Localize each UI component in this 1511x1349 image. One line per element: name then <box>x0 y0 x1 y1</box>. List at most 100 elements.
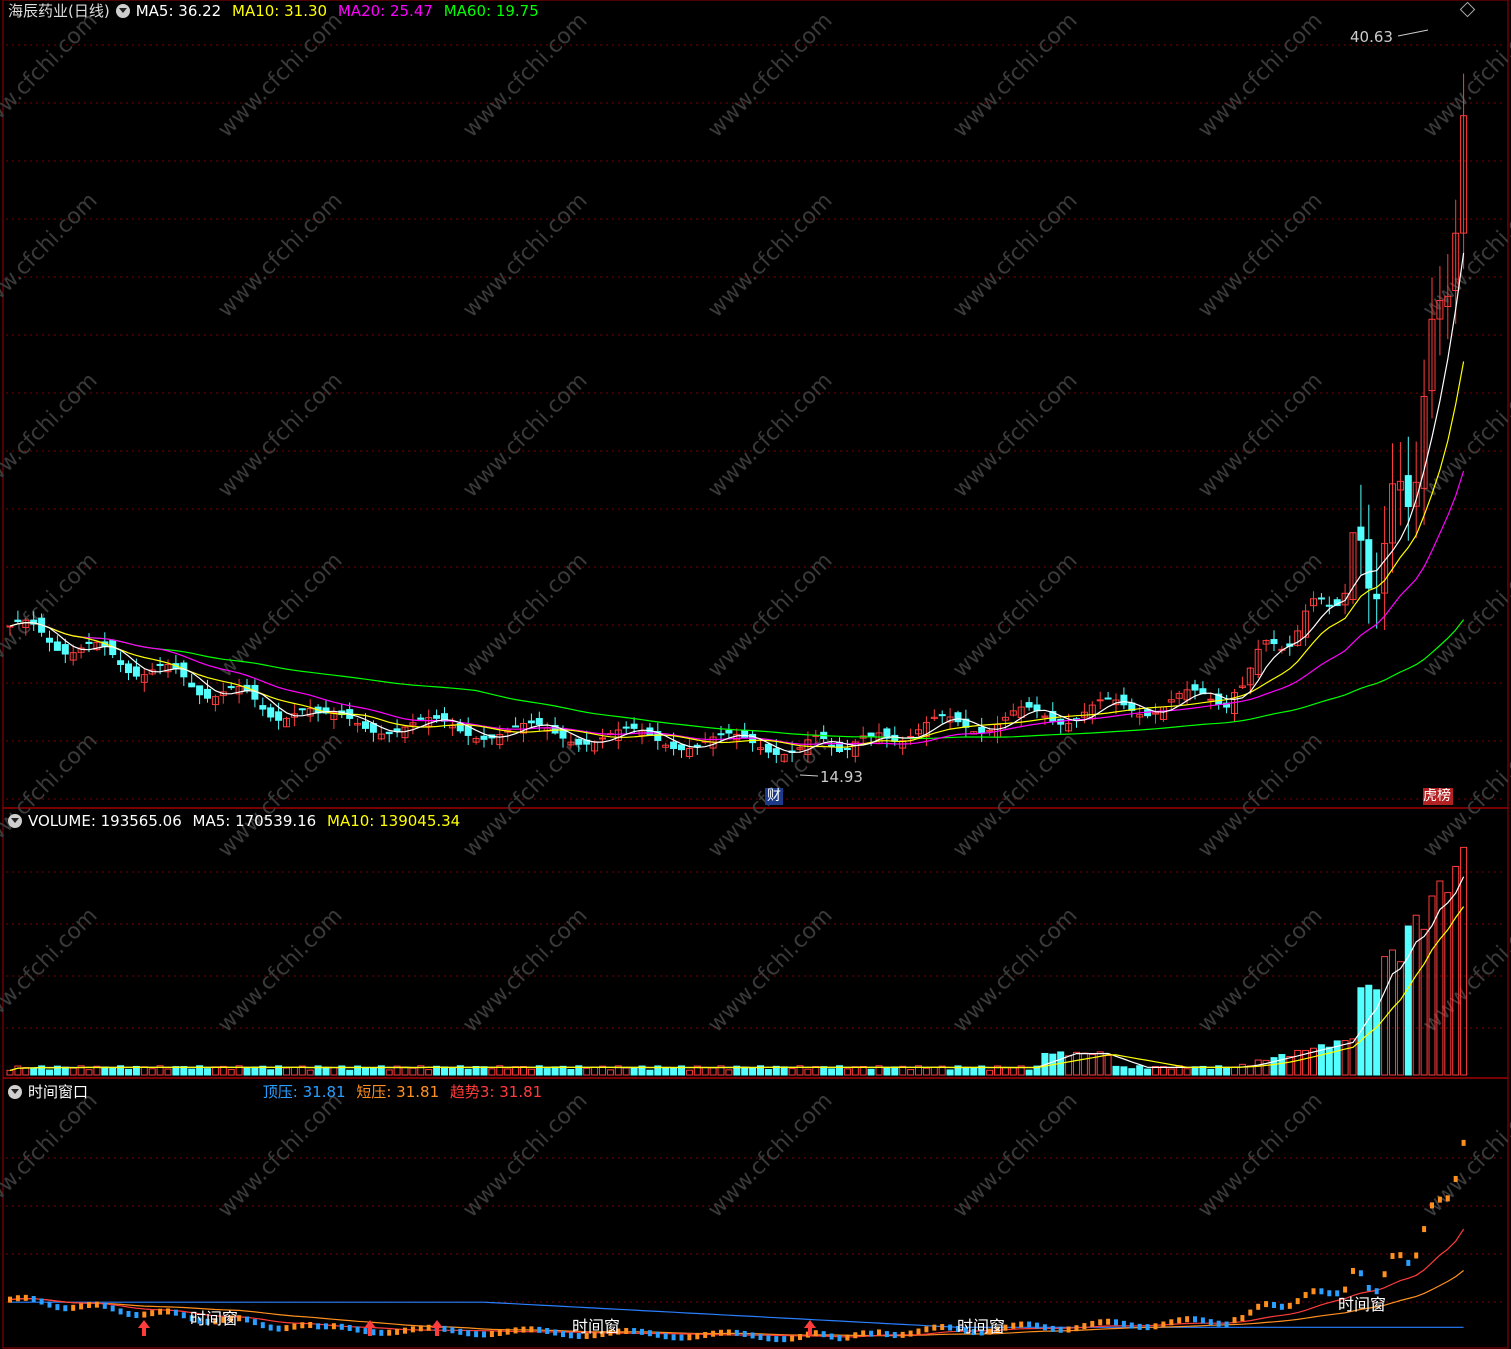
indicator-block <box>245 1316 249 1323</box>
volume-bar <box>970 1066 978 1076</box>
indicator-block <box>1287 1302 1292 1309</box>
volume-bar <box>61 1066 69 1076</box>
indicator-block <box>1445 1195 1450 1202</box>
indicator-block <box>466 1330 471 1337</box>
candle-body <box>1096 699 1104 702</box>
indicator-block <box>1295 1298 1300 1305</box>
volume-bar <box>1073 1051 1080 1076</box>
volume-bar <box>551 1066 559 1076</box>
volume-bar <box>1389 949 1396 1076</box>
indicator-block <box>308 1322 313 1329</box>
volume-bar <box>1254 1059 1262 1076</box>
indicator-block <box>8 1296 12 1303</box>
indicator-block <box>1185 1316 1190 1323</box>
candle-body <box>828 744 836 747</box>
indicator-block <box>1461 1139 1466 1146</box>
indicator-block <box>1066 1326 1071 1333</box>
indicator-block <box>774 1336 779 1343</box>
volume-bar <box>867 1068 875 1076</box>
indicator-block <box>521 1326 526 1333</box>
indicator-block <box>347 1325 352 1332</box>
volume-bar <box>464 1068 472 1076</box>
candle-body <box>1033 704 1041 712</box>
watermark: www.cfchi.com <box>0 728 103 862</box>
longhubang-marker[interactable]: 龙虎榜 <box>1423 788 1453 805</box>
indicator-block <box>410 1326 415 1333</box>
candle-body <box>1404 475 1412 508</box>
indicator-block <box>742 1330 747 1337</box>
indicator-block <box>845 1334 850 1341</box>
volume-bar <box>662 1067 670 1076</box>
watermark: www.cfchi.com <box>458 728 592 862</box>
volume-bar <box>788 1068 796 1076</box>
volume-bar <box>1286 1056 1294 1076</box>
volume-bar <box>385 1069 393 1076</box>
indicator-block <box>1200 1317 1205 1324</box>
indicator-block <box>55 1304 60 1311</box>
volume-bar <box>567 1069 575 1076</box>
indicator-block <box>703 1332 708 1339</box>
volume-bar <box>504 1068 512 1076</box>
candle-body <box>1357 526 1365 541</box>
volume-bar <box>930 1066 938 1076</box>
indicator-block <box>829 1333 834 1340</box>
volume-bar <box>1412 914 1420 1076</box>
candle-body <box>717 733 725 736</box>
volume-bar <box>1231 1066 1238 1076</box>
volume-ma10-label: MA10: 139045.34 <box>327 812 461 830</box>
volume-bar <box>227 1068 235 1076</box>
indicator-block <box>1256 1303 1261 1310</box>
candle-body <box>1325 604 1333 607</box>
watermark: www.cfchi.com <box>0 1088 103 1222</box>
volume-bar <box>630 1066 638 1076</box>
candle-body <box>362 721 369 729</box>
volume-bar <box>1270 1057 1278 1076</box>
volume-bar <box>1025 1069 1033 1076</box>
candle-body <box>678 744 685 751</box>
indicator-block <box>252 1319 257 1326</box>
ma20-line <box>9 470 1465 745</box>
indicator-block <box>173 1309 178 1316</box>
indicator-block <box>363 1328 368 1335</box>
volume-bar <box>164 1068 172 1076</box>
indicator-block <box>1240 1315 1245 1322</box>
volume-gear-icon[interactable] <box>8 814 22 828</box>
watermark: www.cfchi.com <box>0 188 103 322</box>
finance-marker[interactable]: 财 <box>765 788 783 805</box>
chart-canvas[interactable]: www.cfchi.com www.cfchi.com www.cfchi.com w… <box>0 0 1511 1349</box>
volume-bar <box>1120 1066 1128 1076</box>
volume-label: VOLUME: 193565.06 <box>28 812 182 830</box>
indicator-block <box>758 1334 763 1341</box>
ma60-label: MA60: 19.75 <box>443 2 539 20</box>
volume-bar <box>1452 865 1460 1076</box>
watermark: www.cfchi.com <box>1193 368 1327 502</box>
indicator-block <box>134 1312 139 1319</box>
indicator-block <box>94 1301 99 1308</box>
watermark: www.cfchi.com <box>0 548 103 682</box>
volume-bar <box>30 1067 38 1076</box>
candle-body <box>1270 639 1278 645</box>
watermark: www.cfchi.com <box>1193 188 1327 322</box>
candle-body <box>85 641 93 644</box>
indicator-gear-icon[interactable] <box>8 1085 22 1099</box>
indicator-block <box>276 1325 281 1332</box>
volume-bar <box>488 1068 496 1076</box>
volume-bar <box>1349 1038 1357 1076</box>
settings-gear-icon[interactable] <box>115 4 130 18</box>
indicator-block <box>1264 1301 1269 1308</box>
indicator-block <box>687 1334 692 1341</box>
candle-body <box>527 720 535 724</box>
candle-body <box>188 682 196 688</box>
volume-bar <box>1191 1066 1199 1076</box>
indicator-block <box>1082 1323 1087 1330</box>
indicator-block <box>339 1323 344 1330</box>
candle-body <box>1191 684 1199 691</box>
volume-bar <box>946 1069 954 1076</box>
indicator-block <box>655 1331 660 1338</box>
watermark: www.cfchi.com <box>213 903 347 1037</box>
volume-bar <box>290 1066 298 1076</box>
high-arrow <box>1397 29 1429 37</box>
indicator-block <box>537 1326 542 1333</box>
indicator-block <box>869 1330 874 1337</box>
indicator-block <box>102 1302 107 1309</box>
